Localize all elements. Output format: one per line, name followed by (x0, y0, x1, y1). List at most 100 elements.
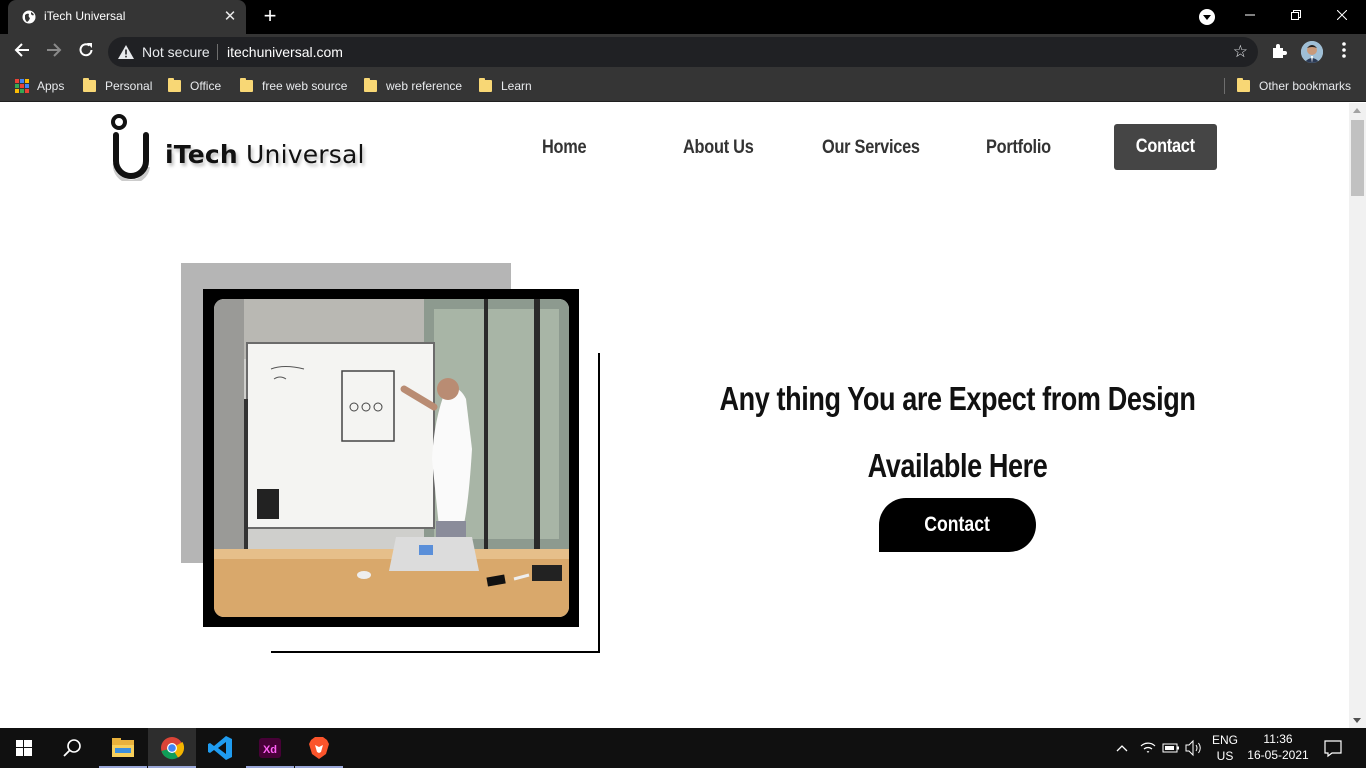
action-center[interactable] (1320, 728, 1346, 768)
close-icon (1336, 9, 1348, 21)
nav-about-us[interactable]: About Us (683, 137, 754, 159)
clock-date: 16-05-2021 (1247, 748, 1309, 762)
minimize-button[interactable] (1227, 0, 1273, 32)
browser-titlebar: iTech Universal ✕ + (0, 0, 1366, 34)
bookmark-office[interactable]: Office (168, 76, 221, 96)
input-language[interactable]: ENG US (1207, 732, 1243, 764)
search-button[interactable] (48, 728, 96, 768)
person-avatar-icon (1301, 41, 1323, 63)
windows-taskbar: Xd ENG US 11:36 16-05-2021 (0, 728, 1366, 768)
hero-photo (214, 299, 569, 617)
nav-contact-label: Contact (1135, 136, 1196, 157)
scroll-thumb[interactable] (1351, 120, 1364, 196)
taskbar-chrome[interactable] (148, 728, 196, 768)
back-button[interactable] (10, 40, 34, 64)
file-explorer-icon (112, 738, 134, 757)
taskbar-file-explorer[interactable] (99, 728, 147, 768)
hero-decor-line-vertical (598, 353, 600, 653)
page-viewport: iTech Universal Home About Us Our Servic… (0, 103, 1349, 728)
bookmarks-divider (1224, 78, 1225, 94)
minimize-icon (1245, 14, 1255, 16)
scroll-up-icon[interactable] (1353, 108, 1361, 113)
bookmark-label: Office (190, 79, 222, 93)
more-vertical-icon (1342, 42, 1346, 58)
browser-toolbar: Not secure itechuniversal.com ☆ (0, 34, 1366, 70)
omnibox-divider (217, 44, 218, 60)
taskbar-vscode[interactable] (197, 728, 245, 768)
bookmark-other[interactable]: Other bookmarks (1237, 76, 1351, 96)
hero-headline: Any thing You are Expect from Design Ava… (640, 365, 1275, 499)
taskbar-brave[interactable] (295, 728, 343, 768)
url-text[interactable]: itechuniversal.com (227, 44, 343, 60)
logo-mark-icon[interactable] (108, 113, 154, 181)
hero-decor-line-horizontal (271, 651, 600, 653)
bookmark-label: Learn (501, 79, 532, 93)
search-icon (63, 739, 81, 757)
address-bar[interactable]: Not secure itechuniversal.com ☆ (108, 37, 1258, 67)
battery-status[interactable] (1161, 728, 1181, 768)
headline-line-2: Available Here (867, 447, 1048, 484)
bookmark-star-icon[interactable]: ☆ (1233, 42, 1248, 62)
site-logo-text[interactable]: iTech Universal (165, 140, 365, 169)
reload-icon (79, 43, 93, 57)
bookmark-web-reference[interactable]: web reference (364, 76, 462, 96)
nav-home[interactable]: Home (542, 137, 587, 159)
bookmark-free-web-source[interactable]: free web source (240, 76, 347, 96)
forward-button[interactable] (42, 40, 66, 64)
browser-tab[interactable]: iTech Universal ✕ (8, 0, 246, 34)
start-button[interactable] (0, 728, 48, 768)
nav-portfolio[interactable]: Portfolio (986, 137, 1051, 159)
bookmarks-bar: Apps Personal Office free web source web… (0, 70, 1366, 102)
wifi-icon (1140, 742, 1156, 753)
folder-icon (1237, 78, 1250, 92)
taskbar-adobe-xd[interactable]: Xd (246, 728, 294, 768)
volume-control[interactable] (1184, 728, 1204, 768)
speaker-icon (1185, 739, 1201, 757)
logo-prefix: iTech (165, 140, 238, 169)
notifications-icon (1324, 740, 1342, 758)
chevron-up-icon (1116, 745, 1128, 752)
close-tab-icon[interactable]: ✕ (220, 7, 240, 27)
arrow-right-icon (47, 43, 62, 57)
system-clock[interactable]: 11:36 16-05-2021 (1245, 731, 1311, 763)
profile-avatar[interactable] (1301, 41, 1323, 63)
folder-icon (240, 78, 253, 92)
show-hidden-icons[interactable] (1114, 728, 1130, 768)
extensions-puzzle-icon[interactable] (1270, 42, 1288, 60)
headline-line-1: Any thing You are Expect from Design (719, 380, 1196, 417)
svg-text:Xd: Xd (263, 744, 277, 756)
bookmark-apps[interactable]: Apps (15, 76, 64, 96)
nav-our-services[interactable]: Our Services (822, 137, 920, 159)
windows-logo-icon (16, 740, 32, 756)
security-status[interactable]: Not secure (142, 44, 210, 60)
globe-icon (22, 10, 36, 24)
bookmark-personal[interactable]: Personal (83, 76, 152, 96)
restore-button[interactable] (1273, 0, 1319, 32)
clock-time: 11:36 (1263, 732, 1293, 746)
warning-icon[interactable] (118, 45, 134, 59)
arrow-left-icon (14, 43, 29, 57)
region-code: US (1216, 749, 1234, 763)
bookmark-learn[interactable]: Learn (479, 76, 532, 96)
bookmark-label: Other bookmarks (1259, 79, 1352, 93)
network-status[interactable] (1138, 728, 1158, 768)
close-window-button[interactable] (1319, 0, 1365, 32)
reload-button[interactable] (74, 40, 98, 64)
folder-icon (479, 78, 492, 92)
vscode-icon (208, 736, 232, 760)
tab-title: iTech Universal (44, 9, 126, 23)
page-scrollbar[interactable] (1349, 103, 1366, 728)
bookmark-label: Personal (105, 79, 153, 93)
scroll-down-icon[interactable] (1353, 718, 1361, 723)
new-tab-button[interactable]: + (258, 5, 282, 29)
tab-search-icon[interactable] (1199, 9, 1215, 25)
browser-menu-button[interactable] (1334, 40, 1354, 64)
bookmark-label: free web source (262, 79, 348, 93)
nav-contact-button[interactable]: Contact (1114, 124, 1217, 170)
folder-icon (168, 78, 181, 92)
chrome-icon (161, 737, 185, 760)
whiteboard-photo-image (214, 299, 569, 617)
brave-lion-icon (309, 737, 329, 759)
hero-contact-label: Contact (924, 513, 991, 536)
hero-contact-button[interactable]: Contact (879, 498, 1036, 552)
